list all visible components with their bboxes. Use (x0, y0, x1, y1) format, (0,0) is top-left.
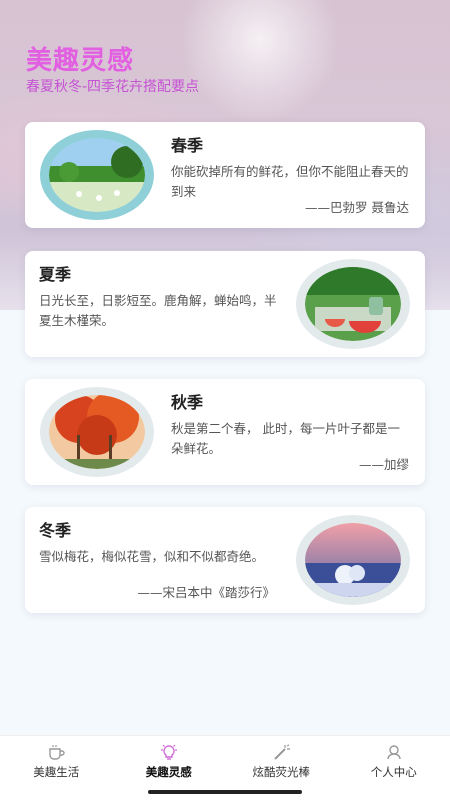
card-quote: 你能砍掉所有的鲜花，但你不能阻止春天的到来 (171, 164, 409, 199)
card-title: 春季 (171, 136, 204, 155)
home-indicator-bar (148, 790, 302, 794)
tab-meiqu-inspiration[interactable]: 美趣灵感 (113, 736, 226, 786)
card-title: 冬季 (39, 521, 72, 540)
summer-picnic-image (305, 267, 401, 341)
user-icon (387, 745, 401, 760)
season-card-summer[interactable]: 夏季 日光长至，日影短至。鹿角解，蝉始鸣，半夏生木槿荣。 (25, 251, 425, 357)
winter-snow-image (305, 523, 401, 597)
card-author: ——巴勃罗 聂鲁达 (305, 200, 409, 215)
card-author: ——加缪 (358, 457, 409, 472)
spring-image-frame (40, 130, 154, 220)
autumn-image-frame (40, 387, 154, 477)
tab-meiqu-life[interactable]: 美趣生活 (0, 736, 113, 786)
winter-image-frame (296, 515, 410, 605)
card-quote: 日光长至，日影短至。鹿角解，蝉始鸣，半夏生木槿荣。 (39, 293, 277, 328)
tab-label: 炫酷荧光棒 (252, 765, 311, 779)
home-indicator (0, 786, 450, 800)
card-title: 秋季 (171, 393, 204, 412)
tab-label: 个人中心 (370, 765, 417, 779)
autumn-trees-image (49, 395, 145, 469)
card-title: 夏季 (39, 265, 72, 284)
bottom-tab-bar: 美趣生活 美趣灵感 炫酷荧光棒 个人中心 (0, 735, 450, 786)
lightbulb-icon (160, 744, 177, 760)
tab-profile[interactable]: 个人中心 (338, 736, 450, 786)
card-author: ——宋吕本中《踏莎行》 (137, 585, 275, 600)
glowstick-icon (274, 744, 291, 760)
card-quote: 雪似梅花，梅似花雪，似和不似都奇绝。 (39, 549, 265, 564)
summer-image-frame (296, 259, 410, 349)
tab-label: 美趣生活 (33, 765, 80, 779)
tab-glowstick[interactable]: 炫酷荧光棒 (225, 736, 338, 786)
season-card-autumn[interactable]: 秋季 秋是第二个春， 此时，每一片叶子都是一朵鲜花。 ——加缪 (25, 379, 425, 485)
season-card-winter[interactable]: 冬季 雪似梅花，梅似花雪，似和不似都奇绝。 ——宋吕本中《踏莎行》 (25, 507, 425, 613)
spring-meadow-image (49, 138, 145, 212)
card-quote: 秋是第二个春， 此时，每一片叶子都是一朵鲜花。 (171, 421, 400, 456)
page-title: 美趣灵感 (26, 46, 135, 76)
page-subtitle: 春夏秋冬-四季花卉搭配要点 (26, 79, 200, 95)
tab-label: 美趣灵感 (145, 765, 192, 779)
season-card-spring[interactable]: 春季 你能砍掉所有的鲜花，但你不能阻止春天的到来 ——巴勃罗 聂鲁达 (25, 122, 425, 228)
cup-icon (49, 745, 65, 760)
